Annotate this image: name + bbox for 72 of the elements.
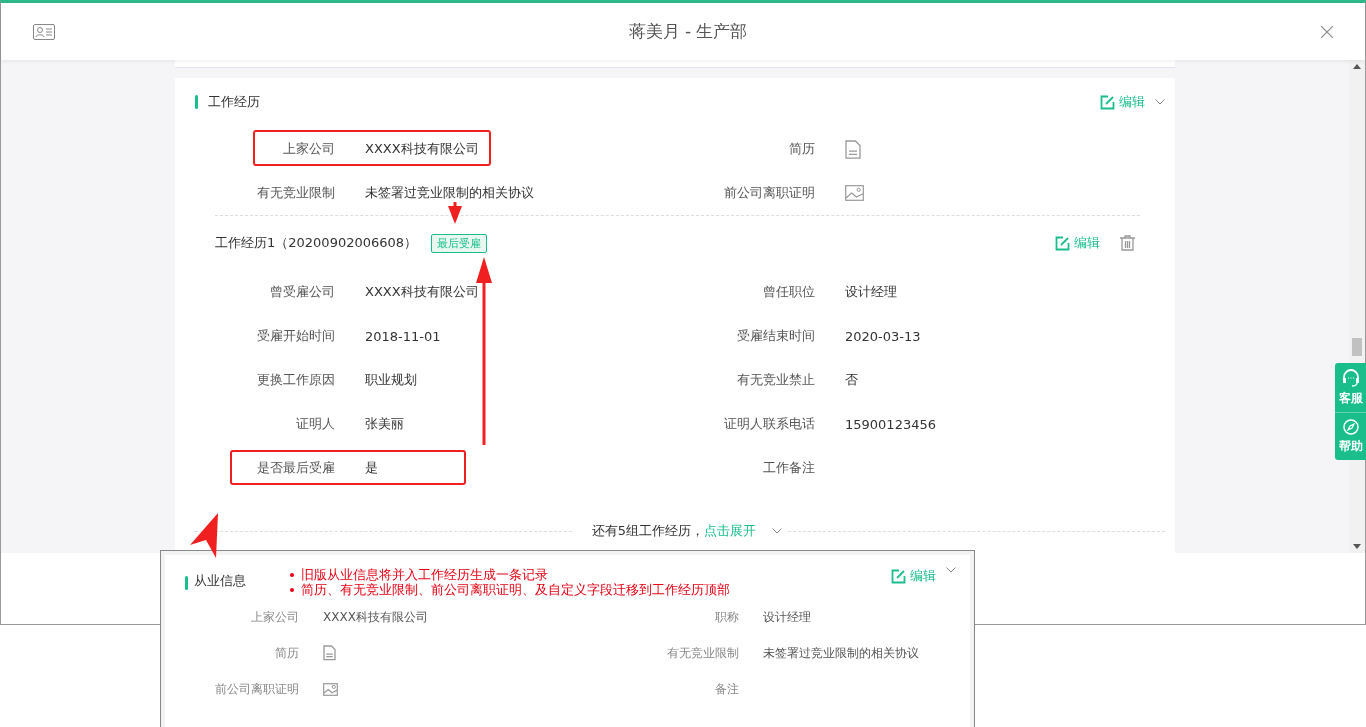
field-label: 上家公司 xyxy=(282,140,335,158)
window-title: 蒋美月 - 生产部 xyxy=(627,20,749,43)
headset-icon xyxy=(1341,369,1360,387)
field-label: 上家公司 xyxy=(250,609,299,626)
expand-link[interactable]: 点击展开 xyxy=(704,522,789,540)
field-label: 受雇结束时间 xyxy=(736,327,815,345)
field-label: 简历 xyxy=(788,140,815,158)
field-label: 简历 xyxy=(274,645,299,662)
contact-card-icon xyxy=(33,23,55,40)
scroll-down-icon[interactable] xyxy=(1353,544,1361,549)
field-value: 未签署过竞业限制的相关协议 xyxy=(763,644,919,662)
chevron-down-icon[interactable] xyxy=(1155,99,1165,105)
document-icon xyxy=(323,645,336,661)
edit-icon xyxy=(1055,235,1070,251)
annotation-note: 旧版从业信息将并入工作经历生成一条记录 xyxy=(301,567,548,582)
field-label: 是否最后受雇 xyxy=(256,459,335,477)
field-value: XXXX科技有限公司 xyxy=(365,283,479,301)
edit-icon xyxy=(1100,94,1115,110)
scroll-up-icon[interactable] xyxy=(1353,64,1361,69)
field-value: XXXX科技有限公司 xyxy=(323,608,428,626)
field-label: 备注 xyxy=(714,681,739,698)
edit-icon xyxy=(891,568,906,584)
field-value: 设计经理 xyxy=(845,283,897,301)
field-value: 张美丽 xyxy=(365,415,404,433)
field-label: 有无竞业限制 xyxy=(256,184,335,202)
field-label: 前公司离职证明 xyxy=(214,681,299,698)
edit-button[interactable]: 编辑 xyxy=(891,567,936,585)
edit-button[interactable]: 编辑 xyxy=(1100,93,1145,111)
bullet-icon xyxy=(290,572,294,577)
field-value: 2020-03-13 xyxy=(845,328,921,344)
section-title: 从业信息 xyxy=(194,572,247,590)
edit-button[interactable]: 编辑 xyxy=(1055,234,1100,252)
annotation-arrow xyxy=(190,513,218,558)
bullet-icon xyxy=(290,587,294,592)
field-value: 是 xyxy=(365,459,378,477)
support-button[interactable]: 客服 xyxy=(1335,363,1366,412)
field-label: 曾受雇公司 xyxy=(269,283,335,301)
annotation-arrow xyxy=(448,202,462,224)
field-label: 工作备注 xyxy=(762,459,815,477)
status-badge: 最后受雇 xyxy=(431,233,488,253)
field-value: 15900123456 xyxy=(845,416,936,432)
field-value: 职业规划 xyxy=(365,371,417,389)
field-label: 曾任职位 xyxy=(762,283,815,301)
compass-icon xyxy=(1342,419,1359,435)
section-marker xyxy=(195,95,198,109)
image-icon xyxy=(845,185,864,201)
field-value: 否 xyxy=(845,371,858,389)
chevron-down-icon[interactable] xyxy=(772,528,783,534)
field-label: 职称 xyxy=(714,609,739,626)
annotation-note: 简历、有无竞业限制、前公司离职证明、及自定义字段迁移到工作经历顶部 xyxy=(301,582,730,597)
close-icon[interactable] xyxy=(1321,25,1333,38)
section-marker xyxy=(185,576,188,590)
field-label: 有无竞业限制 xyxy=(666,645,739,662)
section-title: 工作经历 xyxy=(208,93,261,111)
field-value: 未签署过竞业限制的相关协议 xyxy=(365,184,534,202)
document-icon xyxy=(845,139,861,159)
field-label: 有无竞业禁止 xyxy=(736,371,815,389)
field-value: XXXX科技有限公司 xyxy=(365,140,479,158)
field-value: 设计经理 xyxy=(763,608,811,626)
image-icon xyxy=(323,682,338,696)
field-value: 2018-11-01 xyxy=(365,328,441,344)
record-title: 工作经历1（20200902006608） xyxy=(215,234,418,252)
field-label: 受雇开始时间 xyxy=(256,327,335,345)
scroll-thumb[interactable] xyxy=(1352,338,1362,356)
expand-text: 还有5组工作经历， xyxy=(590,522,705,540)
field-label: 更换工作原因 xyxy=(256,371,335,389)
field-label: 证明人联系电话 xyxy=(723,415,815,433)
trash-icon[interactable] xyxy=(1120,235,1135,251)
field-label: 证明人 xyxy=(295,415,335,433)
chevron-down-icon[interactable] xyxy=(946,567,956,573)
help-button[interactable]: 帮助 xyxy=(1335,412,1366,460)
field-label: 前公司离职证明 xyxy=(723,184,815,202)
